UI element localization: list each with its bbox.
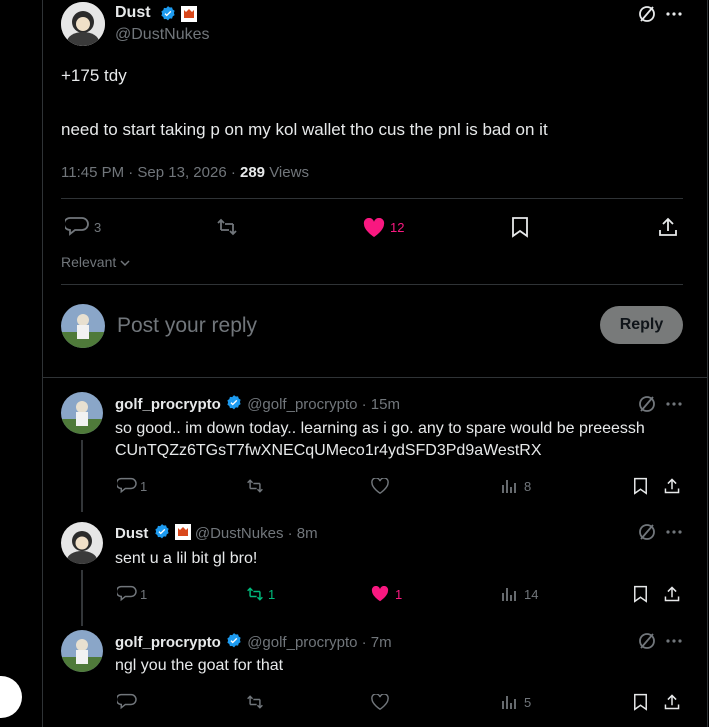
- grok-icon[interactable]: [637, 4, 657, 24]
- like-icon[interactable]: [371, 478, 389, 494]
- reply-age[interactable]: · 15m: [362, 396, 400, 413]
- repost-count: 1: [268, 587, 276, 602]
- bookmark-icon[interactable]: [633, 693, 648, 711]
- verified-badge-icon: [225, 394, 243, 412]
- wallet-address: CUnTQZz6TGsT7fwXNECqUMeco1r4ydSFD3Pd9aWe…: [115, 442, 542, 459]
- author-handle[interactable]: @DustNukes: [195, 525, 284, 542]
- reply-count: 3: [94, 220, 102, 235]
- chevron-down-icon: [120, 259, 130, 267]
- sort-dropdown[interactable]: Relevant: [61, 254, 130, 270]
- grok-icon[interactable]: [637, 631, 657, 651]
- views-count: 8: [524, 479, 532, 494]
- verified-badge-icon: [225, 632, 243, 650]
- more-options-icon[interactable]: [665, 631, 683, 651]
- reply-text: ngl you the goat for that: [115, 657, 284, 674]
- reply-input[interactable]: Post your reply: [117, 314, 257, 338]
- author-name[interactable]: golf_procrypto: [115, 634, 221, 651]
- reply-text-line: so good.. im down today.. learning as i …: [115, 420, 645, 437]
- bookmark-icon[interactable]: [633, 585, 648, 603]
- views-icon[interactable]: [501, 694, 517, 710]
- author-handle[interactable]: @golf_procrypto: [247, 634, 357, 651]
- divider: [61, 198, 683, 199]
- like-count: 12: [390, 220, 405, 235]
- views-count: 14: [524, 587, 539, 602]
- reply-age[interactable]: · 7m: [362, 634, 392, 651]
- more-options-icon[interactable]: [665, 394, 683, 414]
- views-count: 289: [240, 164, 266, 181]
- post-text-line2: need to start taking p on my kol wallet …: [61, 120, 548, 139]
- verified-badge-icon: [153, 523, 171, 541]
- post-column: Dust @DustNukes +175 tdy need to start t…: [42, 0, 708, 727]
- share-icon[interactable]: [663, 585, 681, 603]
- more-options-icon[interactable]: [665, 4, 683, 24]
- views-count: 5: [524, 695, 532, 710]
- reply-button[interactable]: Reply: [600, 306, 683, 344]
- views-icon[interactable]: [501, 478, 517, 494]
- like-icon[interactable]: [371, 586, 389, 602]
- reply-icon[interactable]: [117, 477, 137, 495]
- reply-text: so good.. im down today.. learning as i …: [115, 418, 645, 462]
- user-avatar[interactable]: [61, 304, 105, 348]
- reply-count: 1: [140, 479, 148, 494]
- views-label: Views: [265, 164, 309, 181]
- repost-icon[interactable]: [245, 693, 265, 711]
- reply-header: Dust @DustNukes · 8m: [115, 523, 318, 542]
- repost-icon[interactable]: [215, 216, 239, 238]
- post-text-line1: +175 tdy: [61, 66, 127, 85]
- floating-button[interactable]: [0, 676, 22, 718]
- reply-count: 1: [140, 587, 148, 602]
- post-meta: 11:45 PM · Sep 13, 2026 · 289 Views: [61, 164, 309, 181]
- author-handle[interactable]: @golf_procrypto: [247, 396, 357, 413]
- author-name[interactable]: golf_procrypto: [115, 396, 221, 413]
- avatar[interactable]: [61, 630, 103, 672]
- sort-label: Relevant: [61, 254, 117, 270]
- like-icon[interactable]: [363, 218, 385, 238]
- grok-icon[interactable]: [637, 522, 657, 542]
- reply-age[interactable]: · 8m: [288, 525, 318, 542]
- views-icon[interactable]: [501, 586, 517, 602]
- like-icon[interactable]: [371, 694, 389, 710]
- reply-header: golf_procrypto @golf_procrypto · 15m: [115, 394, 400, 413]
- thread-line: [81, 570, 83, 626]
- author-name[interactable]: Dust: [115, 4, 151, 22]
- grok-icon[interactable]: [637, 394, 657, 414]
- reply-icon[interactable]: [65, 216, 89, 238]
- author-name[interactable]: Dust: [115, 525, 148, 542]
- reply-icon[interactable]: [117, 585, 137, 603]
- avatar[interactable]: [61, 2, 105, 46]
- repost-icon[interactable]: [245, 477, 265, 495]
- post-timestamp[interactable]: 11:45 PM · Sep 13, 2026 ·: [61, 164, 240, 181]
- reply-icon[interactable]: [117, 693, 137, 711]
- repost-icon[interactable]: [245, 585, 265, 603]
- like-count: 1: [395, 587, 403, 602]
- share-icon[interactable]: [663, 477, 681, 495]
- verified-badge-icon: [159, 5, 177, 23]
- share-icon[interactable]: [663, 693, 681, 711]
- more-options-icon[interactable]: [665, 522, 683, 542]
- avatar[interactable]: [61, 522, 103, 564]
- avatar[interactable]: [61, 392, 103, 434]
- divider: [43, 377, 707, 378]
- thread-line: [81, 440, 83, 512]
- bookmark-icon[interactable]: [511, 216, 529, 238]
- author-handle[interactable]: @DustNukes: [115, 26, 210, 44]
- reply-text: sent u a lil bit gl bro!: [115, 550, 258, 567]
- affiliate-badge-icon: [174, 524, 191, 540]
- affiliate-badge-icon: [181, 6, 197, 22]
- share-icon[interactable]: [657, 216, 679, 238]
- divider: [61, 284, 683, 285]
- reply-header: golf_procrypto @golf_procrypto · 7m: [115, 632, 392, 651]
- bookmark-icon[interactable]: [633, 477, 648, 495]
